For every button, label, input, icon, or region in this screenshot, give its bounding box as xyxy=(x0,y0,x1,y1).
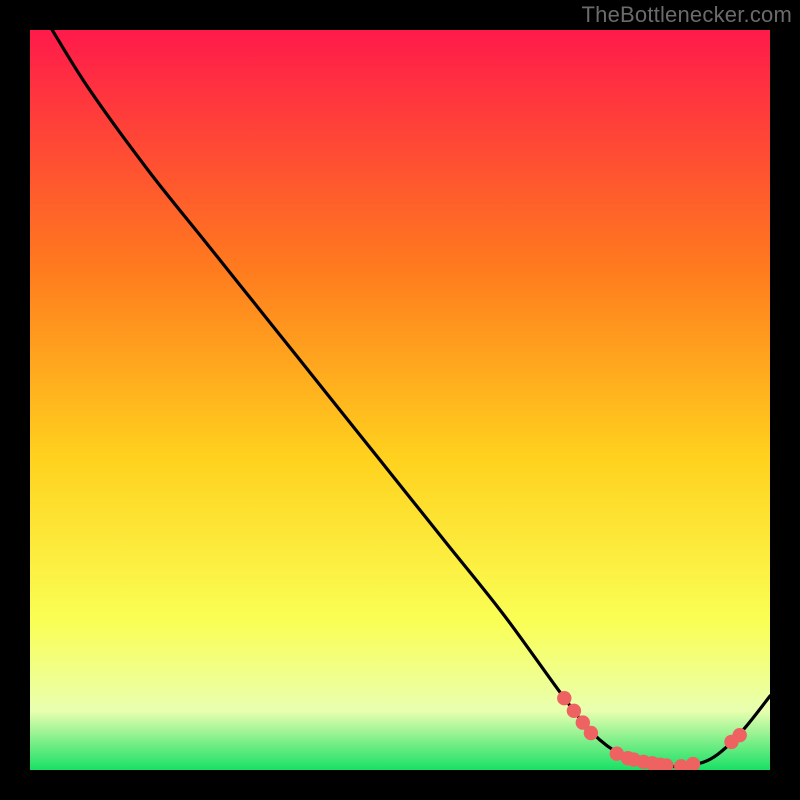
plot-area xyxy=(30,30,770,770)
gradient-background xyxy=(30,30,770,770)
data-marker xyxy=(557,691,571,705)
data-marker xyxy=(567,704,581,718)
data-marker xyxy=(584,726,598,740)
data-marker xyxy=(733,728,747,742)
watermark-text: TheBottlenecker.com xyxy=(582,2,792,28)
chart-frame: TheBottlenecker.com xyxy=(0,0,800,800)
plot-svg xyxy=(30,30,770,770)
